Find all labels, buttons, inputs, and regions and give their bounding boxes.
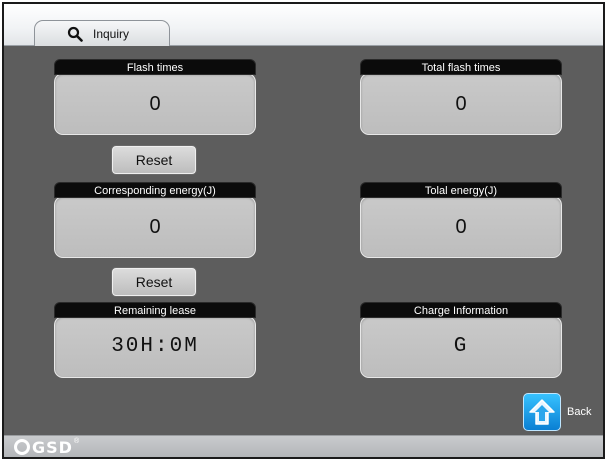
- logo-text: GSD: [32, 437, 73, 457]
- app-window: Inquiry 0 Flash times 0 Total flash time…: [2, 2, 605, 459]
- charge-information-panel: G Charge Information: [360, 302, 562, 382]
- reset-energy-button[interactable]: Reset: [112, 268, 196, 296]
- flash-times-panel: 0 Flash times: [54, 59, 256, 139]
- tab-inquiry-label: Inquiry: [93, 27, 130, 41]
- search-icon: [67, 26, 83, 42]
- remaining-lease-panel: 30H:0M Remaining lease: [54, 302, 256, 382]
- back-button-label: Back: [567, 406, 592, 418]
- tab-bar: Inquiry: [4, 4, 603, 47]
- total-energy-panel: 0 Tolal energy(J): [360, 182, 562, 262]
- remaining-lease-value: 30H:0M: [54, 316, 256, 378]
- flash-times-value: 0: [54, 73, 256, 135]
- remaining-lease-title: Remaining lease: [54, 302, 256, 318]
- reset-flash-times-button[interactable]: Reset: [112, 146, 196, 174]
- gsd-logo: GSD ®: [14, 437, 80, 457]
- footer-bar: GSD ®: [4, 435, 603, 457]
- inquiry-content: 0 Flash times 0 Total flash times Reset …: [4, 46, 603, 439]
- logo-registered-mark: ®: [73, 438, 80, 445]
- total-energy-title: Tolal energy(J): [360, 182, 562, 198]
- charge-information-title: Charge Information: [360, 302, 562, 318]
- up-arrow-icon: [523, 393, 561, 431]
- corresponding-energy-title: Corresponding energy(J): [54, 182, 256, 198]
- total-flash-times-panel: 0 Total flash times: [360, 59, 562, 139]
- corresponding-energy-panel: 0 Corresponding energy(J): [54, 182, 256, 262]
- corresponding-energy-value: 0: [54, 196, 256, 258]
- logo-ring-icon: [14, 439, 30, 455]
- total-energy-value: 0: [360, 196, 562, 258]
- back-button[interactable]: Back: [523, 390, 603, 434]
- total-flash-times-title: Total flash times: [360, 59, 562, 75]
- total-flash-times-value: 0: [360, 73, 562, 135]
- flash-times-title: Flash times: [54, 59, 256, 75]
- charge-information-value: G: [360, 316, 562, 378]
- tab-inquiry[interactable]: Inquiry: [34, 20, 170, 47]
